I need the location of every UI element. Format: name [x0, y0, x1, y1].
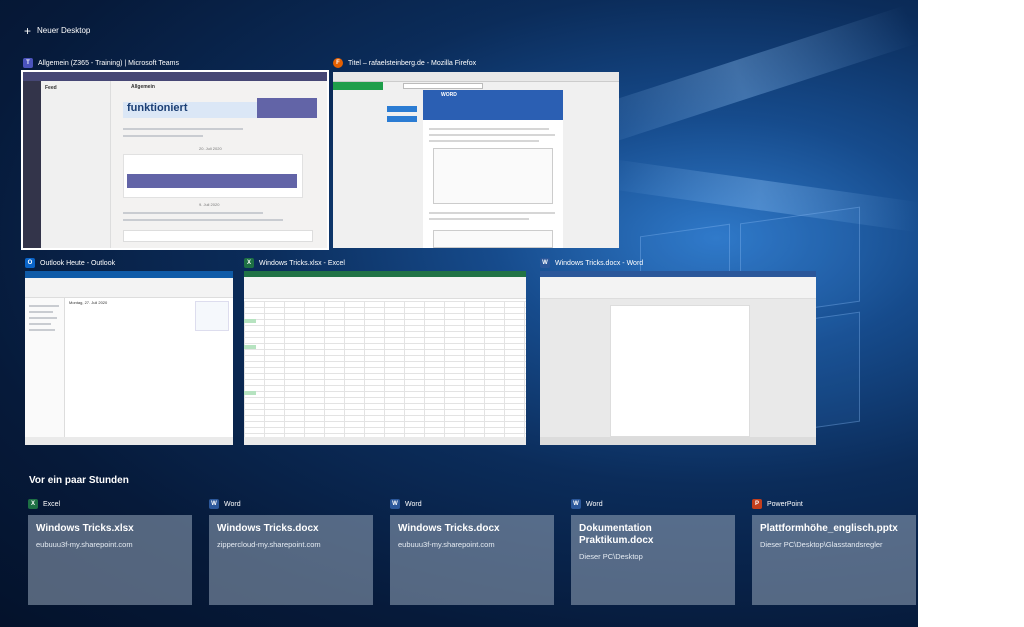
- excel-icon: X: [244, 258, 254, 268]
- window-title-bar: O Outlook Heute - Outlook: [25, 256, 233, 270]
- card-file-location: zippercloud-my.sharepoint.com: [217, 540, 321, 549]
- card-app-name: Word: [586, 500, 603, 508]
- window-preview: Montag, 27. Juli 2020: [25, 271, 233, 445]
- window-thumbnail-firefox[interactable]: F Titel – rafaelsteinberg.de - Mozilla F…: [333, 56, 619, 248]
- card-app-header: P PowerPoint: [752, 497, 916, 511]
- window-thumbnail-excel[interactable]: X Windows Tricks.xlsx - Excel: [244, 256, 526, 446]
- card-file-location: eubuuu3f-my.sharepoint.com: [398, 540, 495, 549]
- card-body: Plattformhöhe_englisch.pptx Dieser PC\De…: [752, 515, 916, 605]
- timeline-card[interactable]: W Word Windows Tricks.docx eubuuu3f-my.s…: [390, 497, 554, 605]
- timeline-card[interactable]: W Word Dokumentation Praktikum.docx Dies…: [571, 497, 735, 605]
- card-body: Windows Tricks.docx eubuuu3f-my.sharepoi…: [390, 515, 554, 605]
- teams-date-2: 9. Juli 2020: [199, 202, 220, 207]
- word-icon: W: [209, 499, 219, 509]
- window-thumbnail-teams[interactable]: T Allgemein (Z365 - Training) | Microsof…: [21, 56, 329, 250]
- card-file-name: Windows Tricks.xlsx: [36, 523, 134, 534]
- window-thumbnail-word[interactable]: W Windows Tricks.docx - Word: [540, 256, 816, 446]
- card-file-location: Dieser PC\Desktop: [579, 552, 643, 561]
- card-app-header: W Word: [390, 497, 554, 511]
- window-thumbnail-outlook[interactable]: O Outlook Heute - Outlook Montag, 27. Ju…: [25, 256, 233, 446]
- card-app-name: Word: [224, 500, 241, 508]
- teams-icon: T: [23, 58, 33, 68]
- timeline-section-title: Vor ein paar Stunden: [29, 475, 129, 486]
- window-title-bar: T Allgemein (Z365 - Training) | Microsof…: [23, 56, 327, 70]
- window-preview: WORD: [333, 72, 619, 248]
- new-desktop-label: Neuer Desktop: [37, 26, 91, 35]
- window-preview: [244, 271, 526, 445]
- window-title: Outlook Heute - Outlook: [40, 259, 116, 267]
- timeline-card[interactable]: W Word Windows Tricks.docx zippercloud-m…: [209, 497, 373, 605]
- teams-date-1: 20. Juli 2020: [199, 146, 222, 151]
- desktop-background: + Neuer Desktop T Allgemein (Z365 - Trai…: [0, 0, 918, 627]
- timeline-card[interactable]: P PowerPoint Plattformhöhe_englisch.pptx…: [752, 497, 916, 605]
- card-file-name: Dokumentation Praktikum.docx: [579, 523, 654, 546]
- window-preview: [540, 271, 816, 445]
- teams-channel-label: Allgemein: [131, 84, 155, 90]
- timeline-card[interactable]: X Excel Windows Tricks.xlsx eubuuu3f-my.…: [28, 497, 192, 605]
- card-body: Windows Tricks.xlsx eubuuu3f-my.sharepoi…: [28, 515, 192, 605]
- window-title: Windows Tricks.xlsx - Excel: [259, 259, 345, 267]
- card-app-name: Word: [405, 500, 422, 508]
- window-title-bar: F Titel – rafaelsteinberg.de - Mozilla F…: [333, 56, 619, 70]
- powerpoint-icon: P: [752, 499, 762, 509]
- excel-icon: X: [28, 499, 38, 509]
- word-icon: W: [571, 499, 581, 509]
- card-file-location: eubuuu3f-my.sharepoint.com: [36, 540, 133, 549]
- teams-heading: funktioniert: [127, 102, 188, 114]
- card-file-name: Windows Tricks.docx: [398, 523, 500, 534]
- new-desktop-button[interactable]: + Neuer Desktop: [24, 23, 91, 38]
- window-title: Windows Tricks.docx - Word: [555, 259, 644, 267]
- card-app-header: W Word: [571, 497, 735, 511]
- word-icon: W: [390, 499, 400, 509]
- outlook-icon: O: [25, 258, 35, 268]
- card-body: Windows Tricks.docx zippercloud-my.share…: [209, 515, 373, 605]
- teams-feed-label: Feed: [45, 85, 57, 91]
- firefox-icon: F: [333, 58, 343, 68]
- card-app-header: X Excel: [28, 497, 192, 511]
- card-file-name: Plattformhöhe_englisch.pptx: [760, 523, 898, 534]
- outlook-date: Montag, 27. Juli 2020: [69, 300, 108, 305]
- window-title: Allgemein (Z365 - Training) | Microsoft …: [38, 59, 179, 67]
- window-title-bar: X Windows Tricks.xlsx - Excel: [244, 256, 526, 270]
- plus-icon: +: [24, 23, 32, 38]
- window-title-bar: W Windows Tricks.docx - Word: [540, 256, 816, 270]
- card-file-location: Dieser PC\Desktop\Glasstandsregler: [760, 540, 883, 549]
- word-logo-text: WORD: [441, 92, 457, 98]
- card-app-name: Excel: [43, 500, 61, 508]
- card-file-name: Windows Tricks.docx: [217, 523, 319, 534]
- card-app-header: W Word: [209, 497, 373, 511]
- card-app-name: PowerPoint: [767, 500, 803, 508]
- word-icon: W: [540, 258, 550, 268]
- window-preview: Feed Allgemein funktioniert 20. Juli 202…: [21, 70, 329, 250]
- card-body: Dokumentation Praktikum.docx Dieser PC\D…: [571, 515, 735, 605]
- window-title: Titel – rafaelsteinberg.de - Mozilla Fir…: [348, 59, 477, 67]
